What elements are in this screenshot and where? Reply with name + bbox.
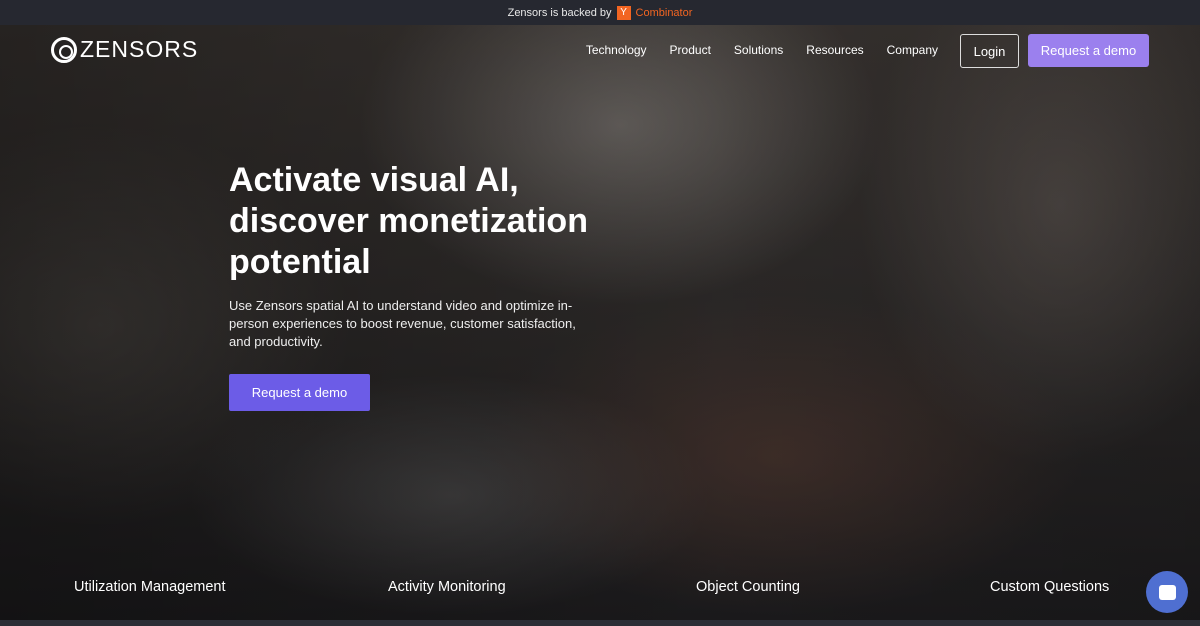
- nav-resources[interactable]: Resources: [806, 43, 863, 57]
- feature-utilization-management[interactable]: Utilization Management: [74, 579, 226, 595]
- feature-activity-monitoring[interactable]: Activity Monitoring: [388, 579, 506, 595]
- hero-background: [0, 25, 1200, 620]
- logo-text: ZENSORS: [80, 36, 199, 62]
- nav-product[interactable]: Product: [670, 43, 711, 57]
- main-nav: ZENSORS Technology Product Solutions Res…: [0, 25, 1200, 77]
- feature-object-counting[interactable]: Object Counting: [696, 579, 800, 595]
- y-combinator-link[interactable]: Combinator: [636, 7, 693, 19]
- hero-title: Activate visual AI, discover monetizatio…: [229, 161, 588, 281]
- nav-technology[interactable]: Technology: [586, 43, 647, 57]
- hero-subtitle: Use Zensors spatial AI to understand vid…: [229, 298, 576, 349]
- bottom-bar: [0, 620, 1200, 626]
- announcement-bar: Zensors is backed by Y Combinator: [0, 0, 1200, 25]
- nav-company[interactable]: Company: [887, 43, 938, 57]
- chat-button[interactable]: [1146, 571, 1188, 613]
- y-combinator-logo: Y: [616, 5, 631, 20]
- chat-icon: [1158, 584, 1176, 600]
- zensors-logo-icon: [51, 36, 77, 63]
- feature-custom-questions[interactable]: Custom Questions: [990, 579, 1109, 595]
- nav-solutions[interactable]: Solutions: [734, 43, 783, 57]
- request-demo-nav-button[interactable]: Request a demo: [1028, 34, 1149, 67]
- request-demo-button[interactable]: Request a demo: [229, 374, 370, 411]
- hero-content: Activate visual AI, discover monetizatio…: [229, 160, 589, 411]
- login-button[interactable]: Login: [960, 34, 1019, 68]
- logo[interactable]: ZENSORS: [51, 36, 198, 63]
- banner-text: Zensors is backed by: [507, 6, 612, 19]
